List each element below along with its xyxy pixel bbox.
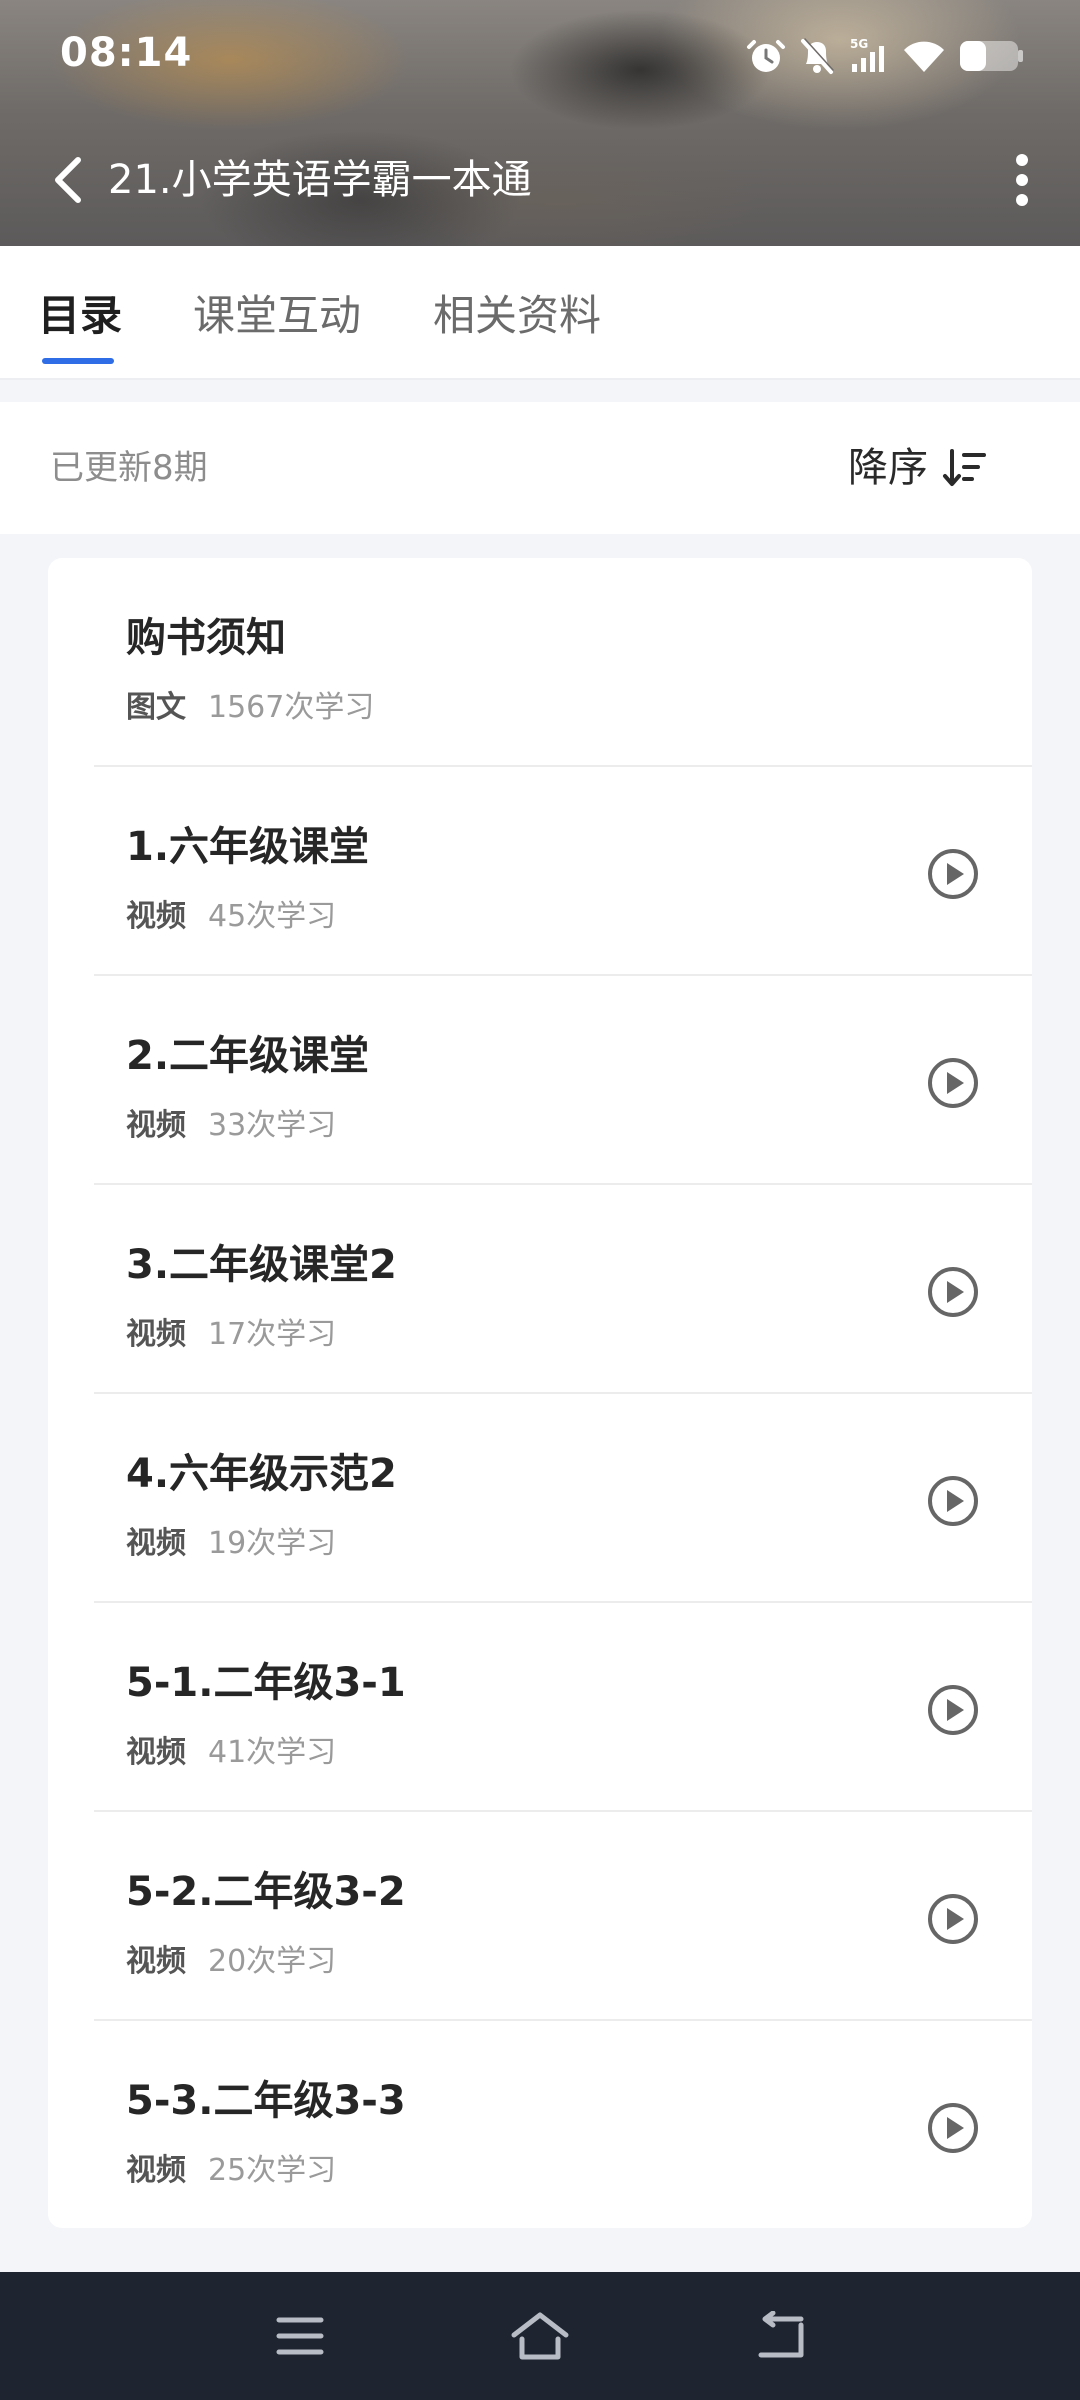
item-title: 1.六年级课堂 — [126, 824, 370, 870]
home-icon — [511, 2312, 569, 2360]
network-label: 5G — [850, 37, 868, 51]
list-item[interactable]: 2.二年级课堂视频 33次学习 — [48, 976, 1032, 1185]
item-meta: 视频 45次学习 — [126, 895, 336, 939]
catalog-list: 购书须知 图文 1567次学习 1.六年级课堂 视频 45次学习 2.二年级课堂 视频 33次学… — [48, 558, 1032, 2228]
item-meta: 视频 20次学习 — [126, 1940, 336, 1984]
item-type-label: 视频 — [126, 2153, 186, 2188]
item-study-count: 1567次学习 — [208, 690, 375, 725]
back-icon — [758, 2311, 804, 2358]
back-button[interactable] — [40, 150, 96, 210]
update-count-text: 已更新8期 — [50, 448, 208, 488]
tab-catalog[interactable]: 目录 — [38, 286, 122, 346]
sort-descending-icon — [943, 449, 986, 486]
alarm-icon — [746, 36, 786, 76]
item-title: 购书须知 — [126, 615, 286, 661]
nav-back-button[interactable] — [748, 2306, 812, 2366]
item-type-label: 视频 — [126, 1526, 186, 1561]
item-study-count: 33次学习 — [208, 1108, 337, 1143]
item-title: 5-1.二年级3-1 — [126, 1660, 406, 1706]
update-info-row: 已更新8期 降序 — [0, 402, 1080, 534]
list-item[interactable]: 4.六年级示范2 视频 19次学习 — [48, 1394, 1032, 1603]
item-study-count: 41次学习 — [208, 1735, 337, 1770]
item-title: 5-3.二年级3-3 — [126, 2078, 406, 2124]
item-study-count: 17次学习 — [208, 1317, 337, 1352]
more-vertical-icon — [1016, 154, 1028, 206]
list-item[interactable]: 5-3.二年级3-3 视频 25次学习 — [48, 2021, 1032, 2230]
mute-icon — [798, 36, 836, 76]
header: 08:14 5G 21.小学英语学霸一本通 — [0, 0, 1080, 246]
play-icon[interactable] — [926, 1474, 980, 1528]
more-button[interactable] — [994, 148, 1050, 212]
item-meta: 视频 33次学习 — [126, 1104, 336, 1148]
item-study-count: 25次学习 — [208, 2153, 337, 2188]
item-meta: 图文 1567次学习 — [126, 686, 374, 730]
item-study-count: 19次学习 — [208, 1526, 337, 1561]
play-icon[interactable] — [926, 1265, 980, 1319]
item-title: 3.二年级课堂2 — [126, 1242, 397, 1288]
chevron-left-icon — [55, 157, 81, 203]
list-item[interactable]: 5-2.二年级3-2 视频 20次学习 — [48, 1812, 1032, 2021]
nav-home-button[interactable] — [508, 2306, 572, 2366]
item-study-count: 20次学习 — [208, 1944, 337, 1979]
item-meta: 视频 25次学习 — [126, 2149, 336, 2193]
list-item[interactable]: 购书须知图文 1567次学习 — [48, 558, 1032, 767]
play-icon[interactable] — [926, 847, 980, 901]
tab-bar: 目录 课堂互动 相关资料 — [0, 246, 1080, 380]
item-title: 5-2.二年级3-2 — [126, 1869, 406, 1915]
item-study-count: 45次学习 — [208, 899, 337, 934]
signal-5g-icon: 5G — [848, 36, 890, 76]
item-meta: 视频 19次学习 — [126, 1522, 336, 1566]
list-item[interactable]: 5-1.二年级3-1 视频 41次学习 — [48, 1603, 1032, 1812]
sort-label: 降序 — [848, 445, 928, 491]
page-title: 21.小学英语学霸一本通 — [108, 157, 532, 203]
play-icon[interactable] — [926, 1892, 980, 1946]
item-meta: 视频 41次学习 — [126, 1731, 336, 1775]
battery-icon — [958, 36, 1024, 76]
item-type-label: 视频 — [126, 1108, 186, 1143]
menu-icon — [276, 2317, 324, 2355]
wifi-icon — [902, 36, 946, 76]
item-title: 2.二年级课堂 — [126, 1033, 370, 1079]
item-title: 4.六年级示范2 — [126, 1451, 397, 1497]
play-icon[interactable] — [926, 2101, 980, 2155]
item-type-label: 视频 — [126, 1735, 186, 1770]
screen: 08:14 5G 21.小学英语学霸一本通 目录 课堂互动 相关资料 已更新8期… — [0, 0, 1080, 2400]
active-tab-indicator — [42, 358, 114, 364]
tab-classroom-interaction[interactable]: 课堂互动 — [193, 286, 361, 346]
play-icon[interactable] — [926, 1056, 980, 1110]
list-item[interactable]: 3.二年级课堂2 视频 17次学习 — [48, 1185, 1032, 1394]
item-type-label: 视频 — [126, 899, 186, 934]
nav-menu-button[interactable] — [268, 2306, 332, 2366]
item-type-label: 视频 — [126, 1944, 186, 1979]
system-nav-bar — [0, 2272, 1080, 2400]
item-type-label: 视频 — [126, 1317, 186, 1352]
title-bar: 21.小学英语学霸一本通 — [0, 130, 1080, 230]
sort-order-button[interactable]: 降序 — [848, 438, 988, 498]
item-meta: 视频 17次学习 — [126, 1313, 336, 1357]
list-item[interactable]: 1.六年级课堂视频 45次学习 — [48, 767, 1032, 976]
item-type-label: 图文 — [126, 690, 186, 725]
status-icons: 5G — [746, 32, 1024, 80]
status-bar: 08:14 5G — [0, 0, 1080, 112]
tab-related-materials[interactable]: 相关资料 — [433, 286, 601, 346]
play-icon[interactable] — [926, 1683, 980, 1737]
status-time: 08:14 — [60, 30, 193, 76]
